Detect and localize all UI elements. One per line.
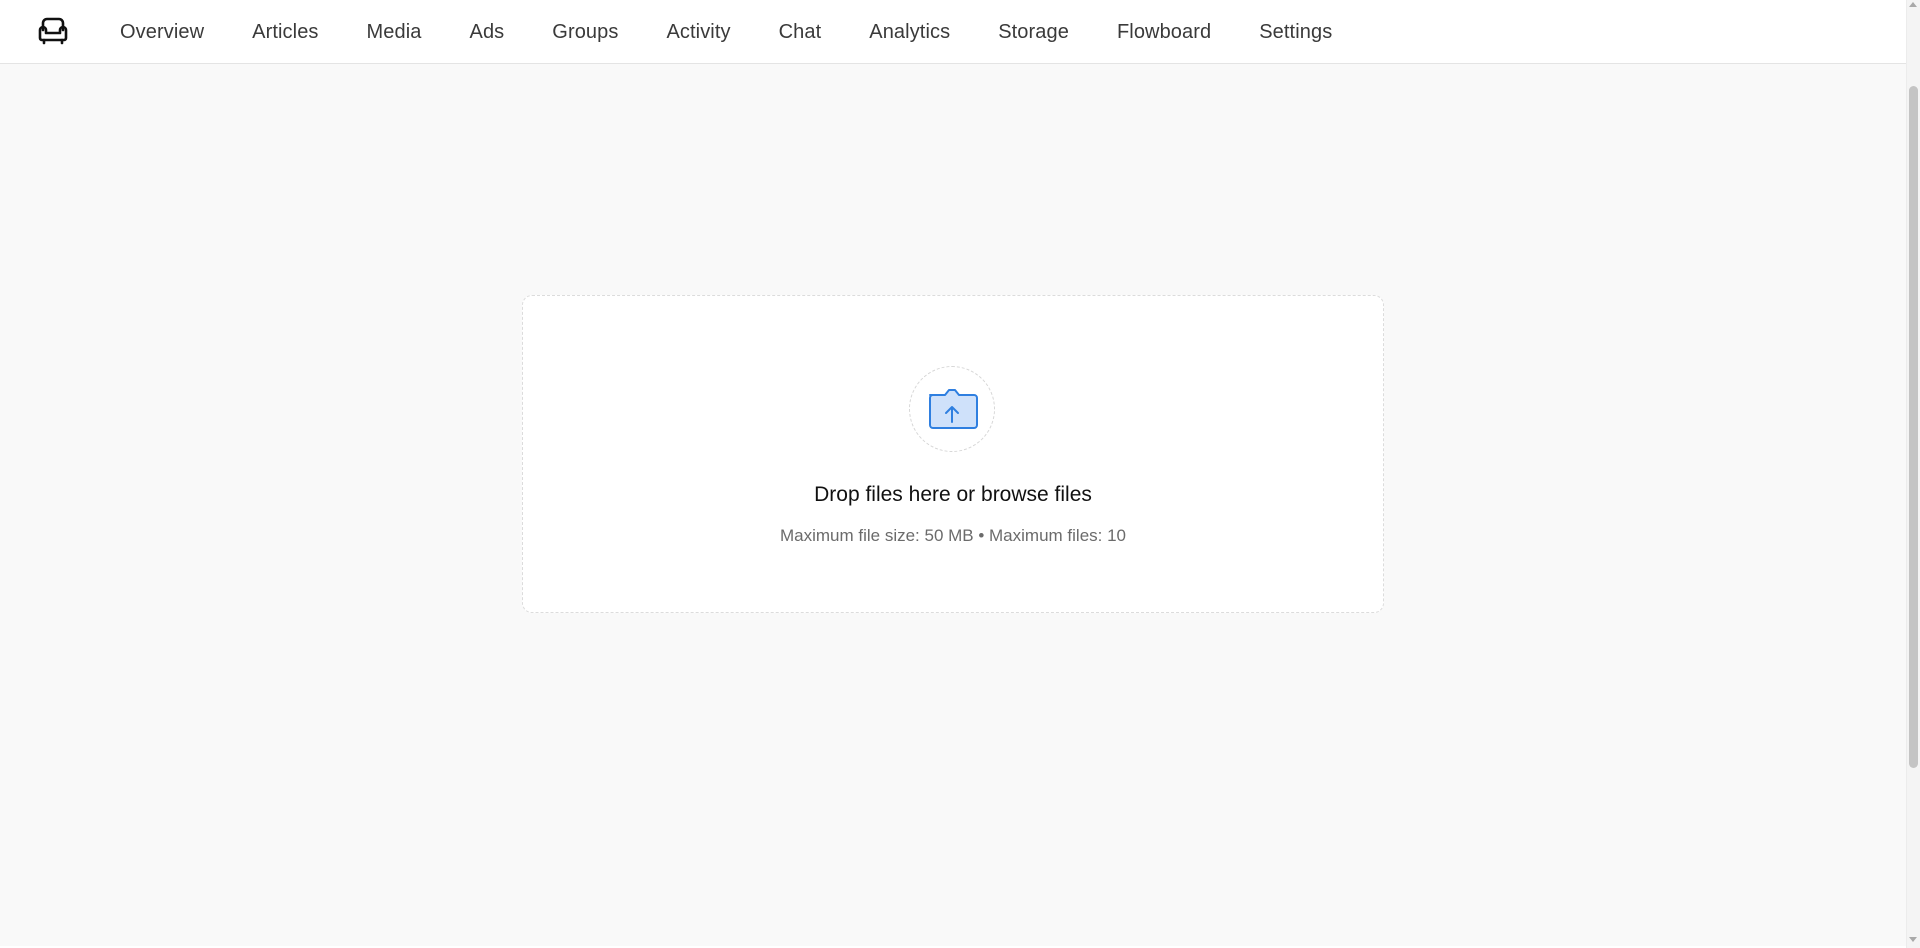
main-nav: Overview Articles Media Ads Groups Activ… (120, 0, 1380, 64)
nav-item-flowboard[interactable]: Flowboard (1117, 21, 1211, 44)
nav-item-settings[interactable]: Settings (1259, 21, 1332, 44)
nav-item-activity[interactable]: Activity (666, 21, 730, 44)
dropzone-title: Drop files here or browse files (814, 483, 1092, 506)
nav-item-groups[interactable]: Groups (552, 21, 618, 44)
file-dropzone[interactable]: Drop files here or browse files Maximum … (522, 295, 1384, 613)
nav-item-overview[interactable]: Overview (120, 21, 204, 44)
nav-item-ads[interactable]: Ads (470, 21, 505, 44)
top-navigation-bar: Overview Articles Media Ads Groups Activ… (0, 0, 1906, 64)
nav-item-storage[interactable]: Storage (998, 21, 1069, 44)
nav-item-media[interactable]: Media (367, 21, 422, 44)
scroll-up-arrow-icon[interactable] (1909, 2, 1917, 7)
scrollbar-thumb[interactable] (1909, 86, 1918, 768)
sofa-icon[interactable] (37, 16, 69, 46)
nav-item-chat[interactable]: Chat (779, 21, 822, 44)
scroll-down-arrow-icon[interactable] (1909, 937, 1917, 942)
dropzone-limits: Maximum file size: 50 MB • Maximum files… (779, 526, 1127, 545)
nav-item-analytics[interactable]: Analytics (869, 21, 950, 44)
vertical-scrollbar[interactable] (1906, 0, 1920, 948)
folder-upload-icon (929, 389, 978, 429)
nav-item-articles[interactable]: Articles (252, 21, 318, 44)
upload-icon-circle (909, 366, 995, 452)
